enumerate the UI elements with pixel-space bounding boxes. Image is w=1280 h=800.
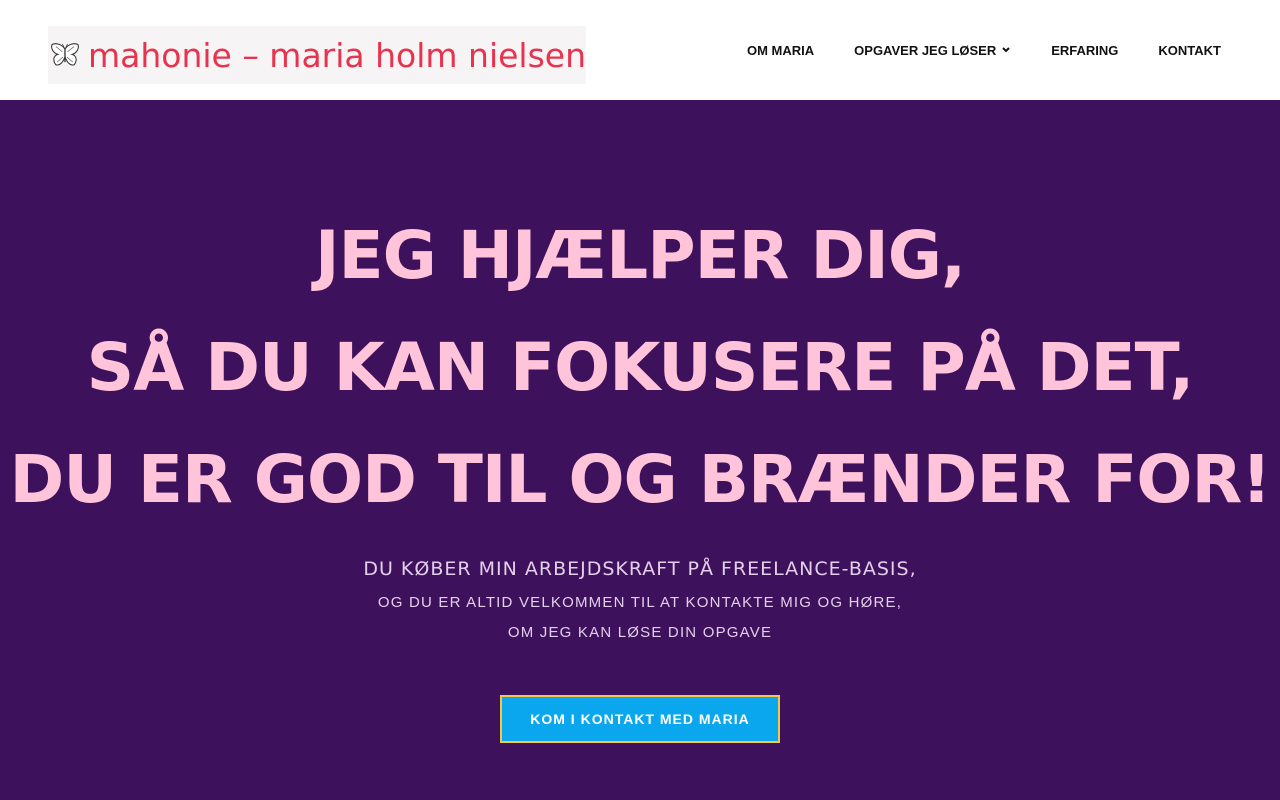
nav-item-erfaring[interactable]: ERFARING (1051, 43, 1118, 58)
hero-headline-line-3: DU ER GOD TIL OG BRÆNDER FOR! (9, 441, 1272, 518)
nav-label: OM MARIA (746, 42, 815, 58)
nav-label: OPGAVER JEG LØSER (854, 42, 997, 58)
hero-subline-2: OG DU ER ALTID VELKOMMEN TIL AT KONTAKTE… (377, 594, 903, 611)
hero-headline-line-2: SÅ DU KAN FOKUSERE PÅ DET, (86, 329, 1195, 406)
hero-subline-main: DU KØBER MIN ARBEJDSKRAFT PÅ FREELANCE-B… (363, 558, 917, 580)
logo-text: mahonie – maria holm nielsen (87, 35, 586, 75)
hero-subline-3: OM JEG KAN LØSE DIN OPGAVE (507, 624, 773, 641)
nav-item-opgaver[interactable]: OPGAVER JEG LØSER (854, 43, 1011, 58)
hero-headline-line-1: JEG HJÆLPER DIG, (314, 217, 966, 294)
site-logo[interactable]: mahonie – maria holm nielsen (48, 26, 586, 84)
chevron-down-icon (1001, 46, 1011, 54)
butterfly-icon (51, 43, 79, 66)
nav-label: KONTAKT (1158, 42, 1221, 58)
hero-section: JEG HJÆLPER DIG, SÅ DU KAN FOKUSERE PÅ D… (0, 100, 1280, 800)
nav-item-om-maria[interactable]: OM MARIA (747, 43, 814, 58)
nav-item-kontakt[interactable]: KONTAKT (1158, 43, 1221, 58)
contact-cta-button[interactable]: KOM I KONTAKT MED MARIA (500, 695, 780, 743)
site-header: mahonie – maria holm nielsen OM MARIA OP… (0, 0, 1280, 100)
nav-label: ERFARING (1051, 42, 1119, 58)
main-nav: OM MARIA OPGAVER JEG LØSER ERFARING KONT… (747, 0, 1221, 100)
